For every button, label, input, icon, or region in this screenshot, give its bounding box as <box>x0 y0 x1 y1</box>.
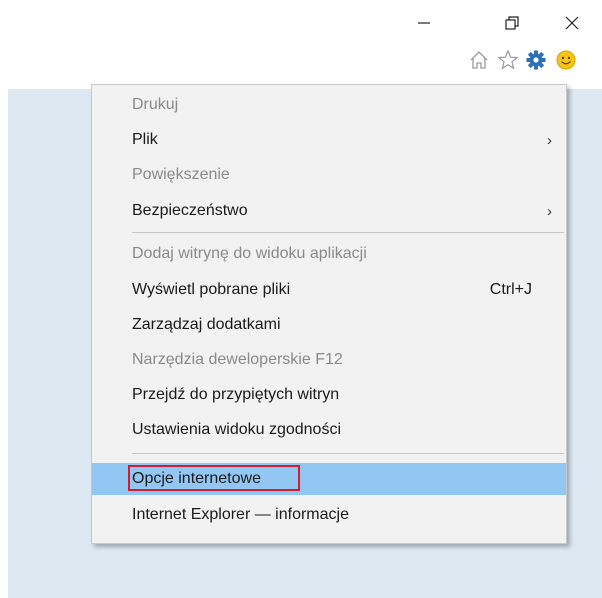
menu-item-print[interactable]: Drukuj <box>92 89 566 121</box>
menu-item-label: Przejdź do przypiętych witryn <box>132 386 340 403</box>
menu-item-label: Powiększenie <box>132 166 230 183</box>
menu-item-pinned-sites[interactable]: Przejdź do przypiętych witryn <box>92 379 566 411</box>
menu-item-label: Ustawienia widoku zgodności <box>132 421 341 438</box>
restore-icon <box>505 16 519 30</box>
menu-item-label: Opcje internetowe <box>132 470 261 487</box>
menu-item-label: Zarządzaj dodatkami <box>132 316 281 333</box>
menu-item-view-downloads[interactable]: Wyświetl pobrane pliki Ctrl+J <box>92 274 566 306</box>
tools-menu: Drukuj Plik › Powiększenie Bezpieczeństw… <box>91 84 567 544</box>
menu-item-zoom[interactable]: Powiększenie <box>92 159 566 191</box>
menu-item-add-site-to-apps[interactable]: Dodaj witrynę do widoku aplikacji <box>92 238 566 270</box>
home-button[interactable] <box>466 47 492 73</box>
menu-item-label: Internet Explorer — informacje <box>132 506 349 523</box>
feedback-smiley-icon <box>556 50 576 70</box>
menu-item-label: Drukuj <box>132 96 179 113</box>
menu-item-manage-addons[interactable]: Zarządzaj dodatkami <box>92 309 566 341</box>
favorites-button[interactable] <box>495 47 521 73</box>
tools-gear-icon <box>526 50 546 70</box>
menu-separator <box>132 232 564 233</box>
menu-item-compatibility-view[interactable]: Ustawienia widoku zgodności <box>92 414 566 446</box>
menu-separator <box>132 453 564 454</box>
menu-item-label: Plik <box>132 131 158 148</box>
menu-item-label: Dodaj witrynę do widoku aplikacji <box>132 245 367 262</box>
menu-item-safety[interactable]: Bezpieczeństwo › <box>92 195 566 227</box>
minimize-button[interactable] <box>404 8 444 38</box>
menu-item-label: Wyświetl pobrane pliki <box>132 281 291 298</box>
tools-button[interactable] <box>523 47 549 73</box>
submenu-arrow-icon: › <box>547 202 552 220</box>
menu-item-developer-tools[interactable]: Narzędzia deweloperskie F12 <box>92 344 566 376</box>
menu-item-label: Narzędzia deweloperskie F12 <box>132 351 343 368</box>
minimize-icon <box>418 22 430 24</box>
menu-item-file[interactable]: Plik › <box>92 124 566 156</box>
submenu-arrow-icon: › <box>547 131 552 149</box>
close-button[interactable] <box>552 8 592 38</box>
menu-item-about-ie[interactable]: Internet Explorer — informacje <box>92 499 566 531</box>
restore-button[interactable] <box>492 8 532 38</box>
menu-item-label: Bezpieczeństwo <box>132 202 248 219</box>
close-icon <box>565 16 579 30</box>
home-icon <box>470 51 488 69</box>
favorites-star-icon <box>497 49 519 70</box>
menu-item-internet-options[interactable]: Opcje internetowe <box>92 463 566 495</box>
menu-item-shortcut: Ctrl+J <box>489 281 532 298</box>
feedback-button[interactable] <box>553 47 579 73</box>
